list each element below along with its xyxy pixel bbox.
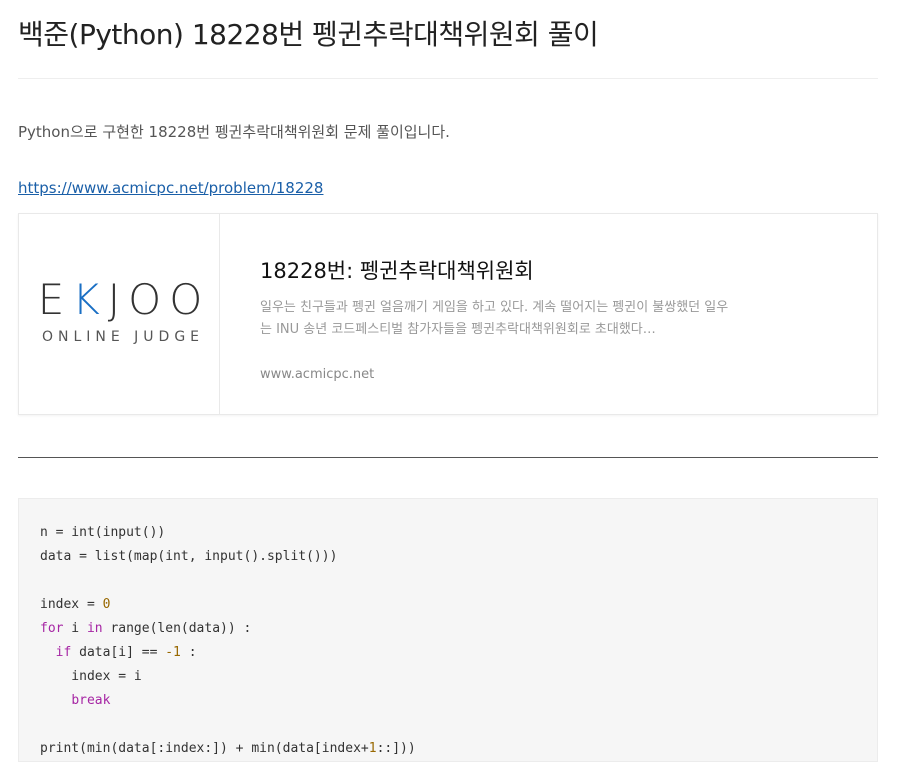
card-title: 18228번: 펭귄추락대책위원회 (260, 259, 534, 283)
code-content: n = int(input()) data = list(map(int, inp… (40, 521, 416, 761)
code-line: data = list(map(int, input().split())) (40, 549, 338, 564)
logo-letters-joo: JOO (107, 275, 211, 324)
code-line: ​ (40, 569, 416, 593)
problem-link[interactable]: https://www.acmicpc.net/problem/18228 (18, 179, 323, 197)
code-line: index = 0 (40, 597, 111, 612)
logo-letter-k: K (72, 275, 108, 324)
code-line: print(min(data[:index:]) + min(data[inde… (40, 741, 416, 756)
logo-subtitle: ONLINE JUDGE (41, 329, 205, 345)
code-block: n = int(input()) data = list(map(int, inp… (18, 498, 878, 762)
section-divider (18, 457, 878, 458)
logo-letter-e: E (37, 275, 73, 324)
code-line: n = int(input()) (40, 525, 166, 540)
code-line: index = i (40, 669, 142, 684)
code-line: for i in range(len(data)) : (40, 621, 252, 636)
code-line: ​ (40, 713, 416, 737)
post-title: 백준(Python) 18228번 펭귄추락대책위원회 풀이 (18, 18, 599, 51)
card-description: 일우는 친구들과 펭귄 얼음깨기 게임을 하고 있다. 계속 떨어지는 펭귄이 … (260, 300, 729, 337)
card-thumbnail: EKJOO ONLINE JUDGE (19, 214, 220, 414)
link-preview-card[interactable]: EKJOO ONLINE JUDGE 18228번: 펭귄추락대책위원회 일우는… (18, 213, 878, 415)
title-divider (18, 78, 878, 79)
baekjoon-logo: EKJOO (19, 279, 219, 321)
card-host: www.acmicpc.net (260, 367, 375, 382)
code-line: break (71, 693, 111, 708)
post-intro: Python으로 구현한 18228번 펭귄추락대책위원회 문제 풀이입니다. (18, 123, 450, 141)
code-line: if data[i] == -1 : (55, 645, 197, 660)
